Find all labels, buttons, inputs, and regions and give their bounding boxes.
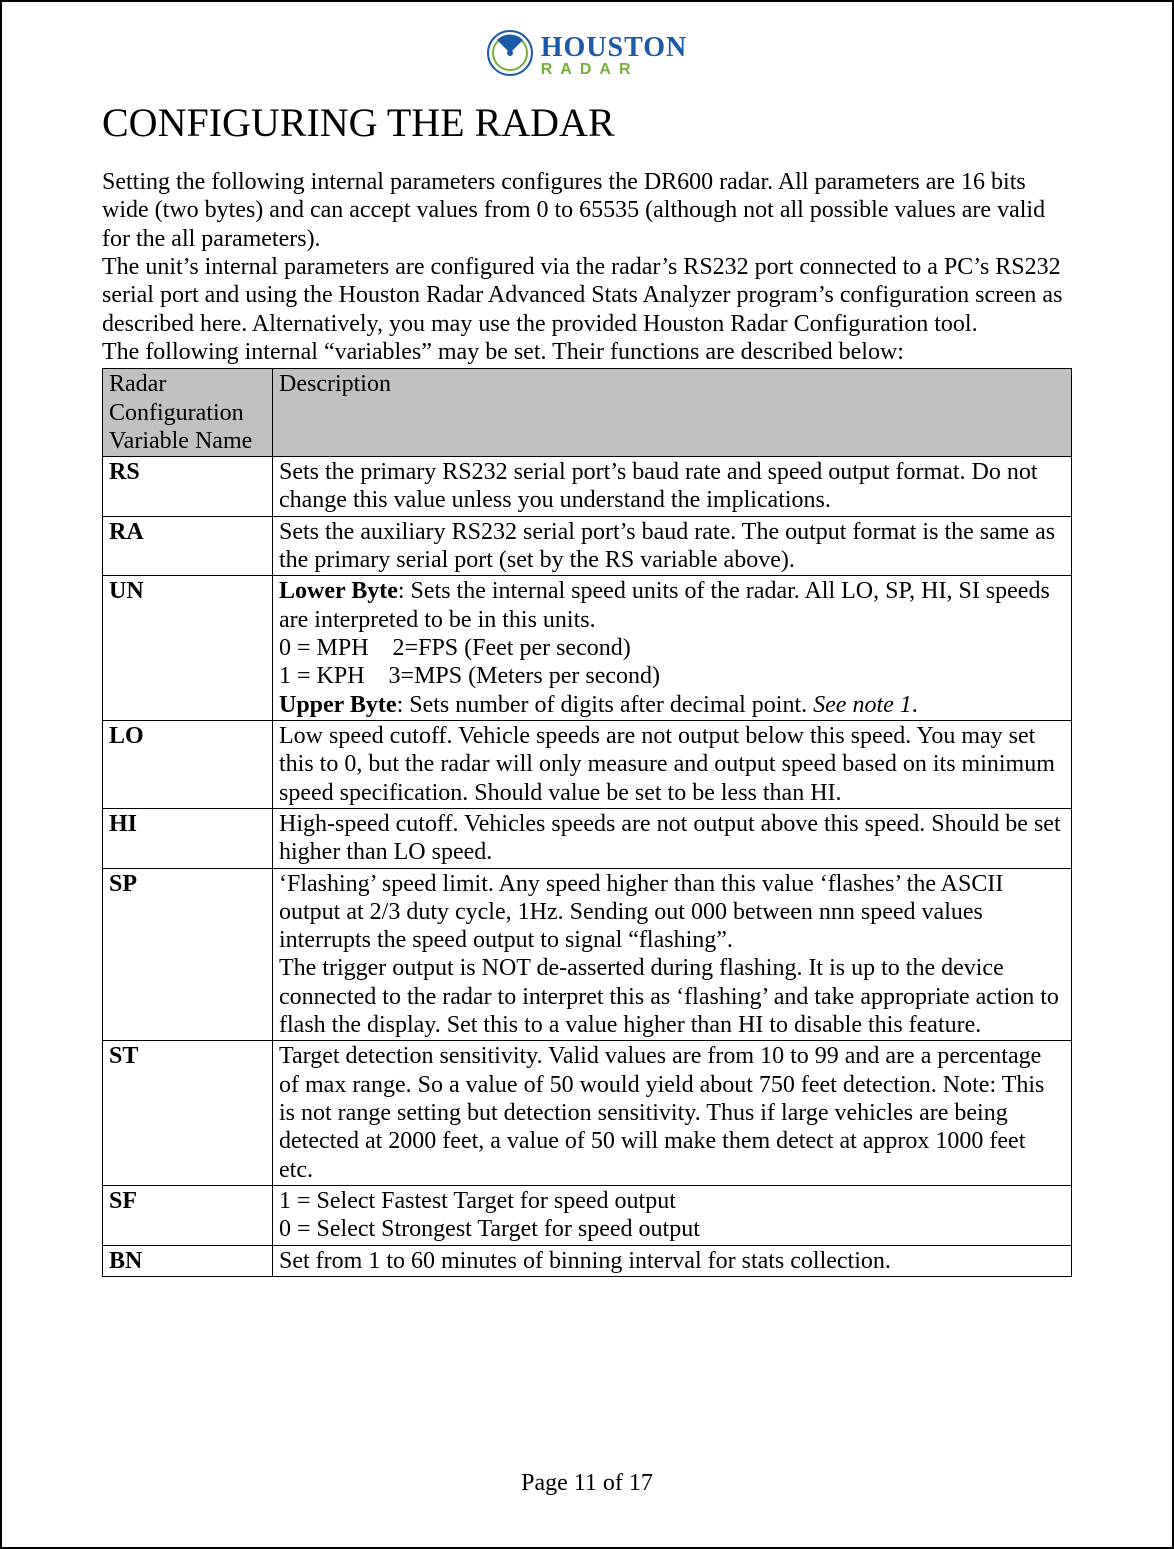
- sf-line1: 1 = Select Fastest Target for speed outp…: [279, 1188, 676, 1214]
- table-row: RA Sets the auxiliary RS232 serial port’…: [103, 516, 1072, 576]
- page-frame: HOUSTON RADAR CONFIGURING THE RADAR Sett…: [0, 0, 1174, 1549]
- var-desc: High-speed cutoff. Vehicles speeds are n…: [273, 808, 1072, 868]
- un-upper-byte-text: : Sets number of digits after decimal po…: [397, 692, 814, 718]
- var-name: HI: [103, 808, 273, 868]
- var-desc: 1 = Select Fastest Target for speed outp…: [273, 1185, 1072, 1245]
- table-row: SF 1 = Select Fastest Target for speed o…: [103, 1185, 1072, 1245]
- paragraph-1: Setting the following internal parameter…: [102, 168, 1072, 253]
- var-name: SF: [103, 1185, 273, 1245]
- paragraph-3: The following internal “variables” may b…: [102, 338, 1072, 366]
- page-footer: Page 11 of 17: [2, 1470, 1172, 1497]
- var-name: UN: [103, 576, 273, 721]
- un-units-line2: 1 = KPH 3=MPS (Meters per second): [279, 663, 660, 689]
- table-row: UN Lower Byte: Sets the internal speed u…: [103, 576, 1072, 721]
- page-title: CONFIGURING THE RADAR: [102, 99, 1072, 146]
- header-description: Description: [273, 369, 1072, 457]
- var-desc: Lower Byte: Sets the internal speed unit…: [273, 576, 1072, 721]
- var-desc: Sets the auxiliary RS232 serial port’s b…: [273, 516, 1072, 576]
- table-row: SP ‘Flashing’ speed limit. Any speed hig…: [103, 868, 1072, 1041]
- un-units-line1: 0 = MPH 2=FPS (Feet per second): [279, 635, 631, 661]
- table-row: HI High-speed cutoff. Vehicles speeds ar…: [103, 808, 1072, 868]
- config-variables-table: Radar Configuration Variable Name Descri…: [102, 368, 1072, 1277]
- logo-line1: HOUSTON: [541, 34, 688, 62]
- un-see-note: See note 1: [813, 692, 912, 718]
- logo-text: HOUSTON RADAR: [541, 34, 688, 78]
- table-row: RS Sets the primary RS232 serial port’s …: [103, 457, 1072, 517]
- logo-line2: RADAR: [541, 62, 639, 78]
- un-lower-byte-label: Lower Byte: [279, 578, 398, 604]
- var-name: RS: [103, 457, 273, 517]
- var-name: BN: [103, 1245, 273, 1276]
- table-row: ST Target detection sensitivity. Valid v…: [103, 1041, 1072, 1186]
- var-name: ST: [103, 1041, 273, 1186]
- company-logo: HOUSTON RADAR: [487, 30, 688, 81]
- sf-line2: 0 = Select Strongest Target for speed ou…: [279, 1216, 700, 1242]
- table-row: LO Low speed cutoff. Vehicle speeds are …: [103, 720, 1072, 808]
- sp-para1: ‘Flashing’ speed limit. Any speed higher…: [279, 871, 1003, 954]
- paragraph-2: The unit’s internal parameters are confi…: [102, 253, 1072, 338]
- radar-dish-icon: [487, 30, 533, 81]
- var-desc: Sets the primary RS232 serial port’s bau…: [273, 457, 1072, 517]
- var-desc: ‘Flashing’ speed limit. Any speed higher…: [273, 868, 1072, 1041]
- header-variable-name: Radar Configuration Variable Name: [103, 369, 273, 457]
- var-desc: Set from 1 to 60 minutes of binning inte…: [273, 1245, 1072, 1276]
- var-desc: Low speed cutoff. Vehicle speeds are not…: [273, 720, 1072, 808]
- logo-container: HOUSTON RADAR: [102, 30, 1072, 81]
- table-header-row: Radar Configuration Variable Name Descri…: [103, 369, 1072, 457]
- var-name: LO: [103, 720, 273, 808]
- var-name: SP: [103, 868, 273, 1041]
- var-desc: Target detection sensitivity. Valid valu…: [273, 1041, 1072, 1186]
- var-name: RA: [103, 516, 273, 576]
- un-upper-byte-label: Upper Byte: [279, 692, 397, 718]
- intro-block: Setting the following internal parameter…: [102, 168, 1072, 366]
- table-row: BN Set from 1 to 60 minutes of binning i…: [103, 1245, 1072, 1276]
- sp-para2: The trigger output is NOT de-asserted du…: [279, 955, 1059, 1038]
